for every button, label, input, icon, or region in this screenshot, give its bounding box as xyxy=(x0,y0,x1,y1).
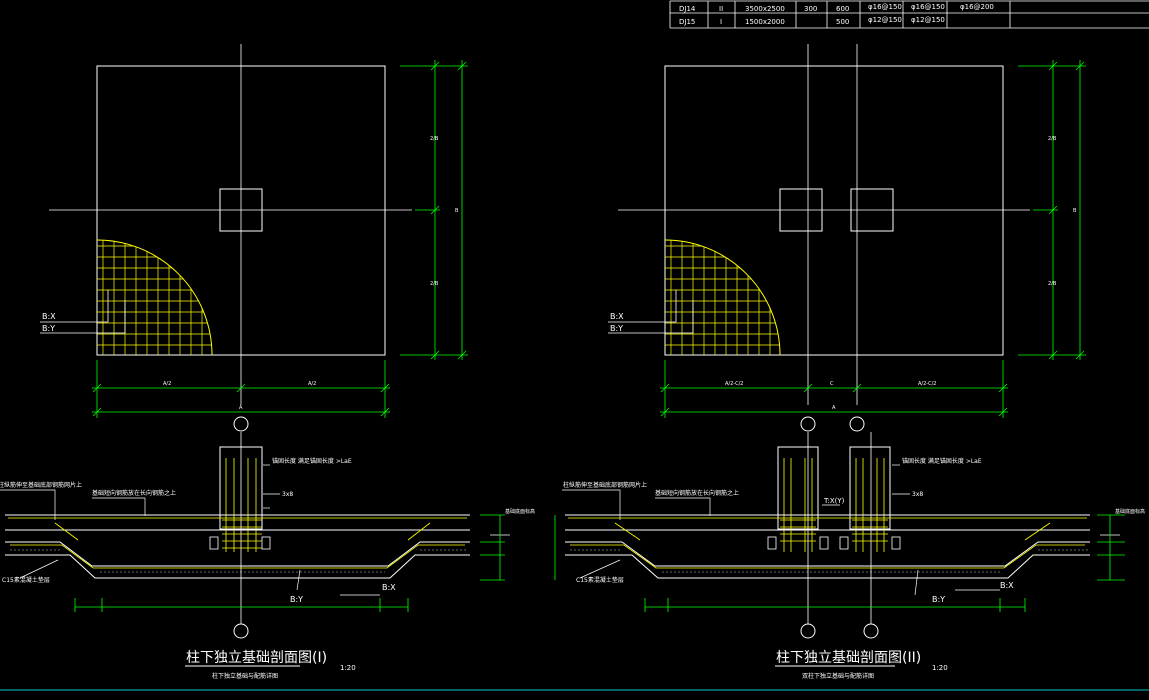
table-cell: φ16@150 xyxy=(868,3,902,11)
axis-bubble xyxy=(863,623,879,639)
section-note: 柱纵筋伸至基础底部钢筋网片上 xyxy=(0,481,82,489)
table-cell: φ12@150 xyxy=(911,16,945,24)
label-by-section: B:Y xyxy=(932,595,945,604)
axis-bubble xyxy=(800,623,816,639)
hatching xyxy=(10,549,468,573)
section-note: 3x8 xyxy=(282,491,293,498)
axis-bubble xyxy=(233,623,249,639)
table-cell: I xyxy=(720,18,722,26)
table-cell: φ12@150 xyxy=(868,16,902,24)
table-cell: 3500x2500 xyxy=(745,5,785,13)
table-cell: 300 xyxy=(804,5,817,13)
left-section-view: 柱纵筋伸至基础底部钢筋网片上 基础短向钢筋放在长向钢筋之上 锚固长度 满足锚固长… xyxy=(0,432,535,639)
dim-text: B xyxy=(455,208,459,214)
table-cell: II xyxy=(719,5,723,13)
section-note: 锚固长度 满足锚固长度 >LaE xyxy=(272,457,352,465)
table-cell: DJ15 xyxy=(679,18,695,26)
dim-text: C xyxy=(830,381,834,387)
section-note: 基础短向钢筋放在长向钢筋之上 xyxy=(655,489,739,497)
dim-text: A xyxy=(239,405,243,411)
section-note: 基础短向钢筋放在长向钢筋之上 xyxy=(92,489,176,497)
label-bx-section: B:X xyxy=(1000,581,1014,590)
subtitle-right: 双柱下独立基础与配筋详图 xyxy=(802,672,874,680)
drawing-title-right: 柱下独立基础剖面图(II) xyxy=(776,649,921,666)
subtitle-left: 柱下独立基础与配筋详图 xyxy=(212,672,278,680)
dim-text: 2/B xyxy=(430,281,439,287)
dim-text: B xyxy=(1073,208,1077,214)
section-note: 基础底面标高 xyxy=(1115,508,1145,515)
table-cell: DJ14 xyxy=(679,5,696,13)
label-bx: B:X xyxy=(610,312,624,321)
cad-drawing-canvas: DJ14 II 3500x2500 300 600 φ16@150 φ16@15… xyxy=(0,0,1149,691)
table-cell: φ16@200 xyxy=(960,3,994,11)
dim-text: 2/B xyxy=(430,136,439,142)
table-cell: 500 xyxy=(836,18,849,26)
left-plan-view: B:X B:Y 2/B B 2/B A/2 A/2 A xyxy=(40,44,468,432)
footing-rebar xyxy=(8,517,467,569)
right-section-view: 柱纵筋伸至基础底部钢筋网片上 基础短向钢筋放在长向钢筋之上 锚固长度 满足锚固长… xyxy=(554,432,1145,639)
scale-right: 1:20 xyxy=(932,664,948,672)
label-bx: B:X xyxy=(42,312,56,321)
dim-text: A/2 xyxy=(308,381,316,387)
dim-text: A xyxy=(832,405,836,411)
label-bx-section: B:X xyxy=(382,583,396,592)
section-note: C15素混凝土垫层 xyxy=(2,576,50,584)
label-by: B:Y xyxy=(610,324,623,333)
table-cell: 600 xyxy=(836,5,849,13)
scale-left: 1:20 xyxy=(340,664,356,672)
axis-bubble xyxy=(800,416,816,432)
dim-text: A/2-C/2 xyxy=(918,381,936,387)
dim-text: A/2 xyxy=(163,381,171,387)
schedule-table xyxy=(669,0,1149,29)
column-rebar xyxy=(222,458,262,552)
right-plan-view: B:X B:Y 2/B B 2/B A/2-C/2 C A/2-C/2 A xyxy=(608,44,1086,432)
label-by: B:Y xyxy=(42,324,55,333)
dim-text: 2/B xyxy=(1048,281,1057,287)
rebar-mesh xyxy=(96,239,213,356)
section-note: T:X(Y) xyxy=(823,497,845,505)
footing-rebar xyxy=(568,517,1087,569)
footing-section xyxy=(565,514,1090,579)
section-note: C15素混凝土垫层 xyxy=(576,576,624,584)
rebar-mesh xyxy=(664,239,781,356)
axis-bubble xyxy=(233,416,249,432)
axis-bubble xyxy=(849,416,865,432)
section-note: 柱纵筋伸至基础底部钢筋网片上 xyxy=(563,481,647,489)
footing-section xyxy=(5,514,470,579)
table-cell: φ16@150 xyxy=(911,3,945,11)
dim-text: A/2-C/2 xyxy=(725,381,743,387)
label-by-section: B:Y xyxy=(290,595,303,604)
dim-text: 2/B xyxy=(1048,136,1057,142)
drawing-title-left: 柱下独立基础剖面图(I) xyxy=(186,649,327,666)
section-note: 基础底面标高 xyxy=(505,508,535,515)
schedule-table-row-2: DJ15 I 1500x2000 500 φ12@150 φ12@150 xyxy=(679,16,945,26)
section-note: 锚固长度 满足锚固长度 >LaE xyxy=(902,457,982,465)
table-cell: 1500x2000 xyxy=(745,18,785,26)
section-note: 3x8 xyxy=(912,491,923,498)
